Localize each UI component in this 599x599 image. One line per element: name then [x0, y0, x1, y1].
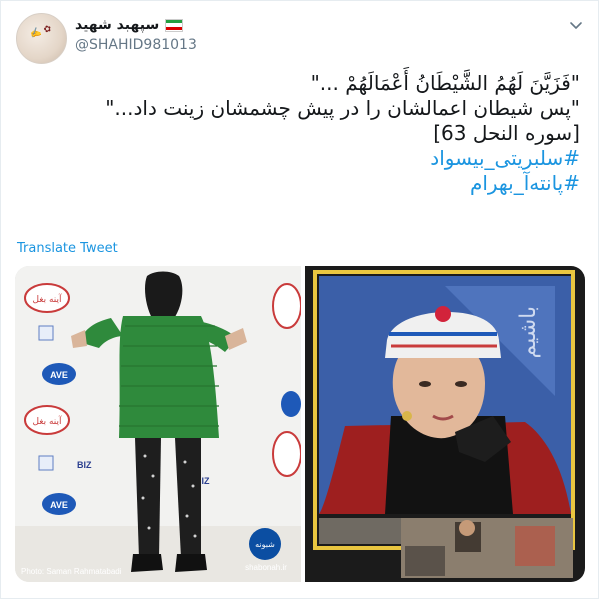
shabonah-watermark: شبونه — [249, 528, 281, 560]
svg-text:شبونه: شبونه — [255, 540, 275, 549]
translate-tweet-link[interactable]: Translate Tweet — [17, 241, 118, 256]
hashtag-link[interactable]: #سلبریتی_بیسواد — [20, 146, 580, 171]
display-name[interactable]: سپهبد شهید — [75, 17, 159, 33]
media-images: آینه بغل آینه بغل AVE AVE BIZ BIZ شبونه … — [15, 266, 585, 582]
tweet-card[interactable]: ✍ ✿ سپهبد شهید @SHAHID981013 "فَزَيَّنَ … — [0, 0, 599, 599]
right-image-side-text: باشیم — [516, 306, 541, 359]
photo-credit: Photo: Saman Rahmatabadi — [21, 567, 122, 576]
hashtag-link[interactable]: #پانته‌آ_بهرام — [20, 171, 580, 196]
author-handle[interactable]: @SHAHID981013 — [75, 37, 197, 53]
brand-text: آینه بغل — [32, 293, 62, 305]
film-still — [401, 518, 573, 578]
brand-text: آینه بغل — [32, 415, 62, 427]
author-row[interactable]: سپهبد شهید — [75, 15, 184, 35]
avatar-scribble: ✍ ✿ — [29, 23, 53, 41]
avatar[interactable]: ✍ ✿ — [16, 13, 67, 64]
watermark-url: shabonah.ir — [245, 563, 287, 572]
tweet-text: "فَزَيَّنَ لَهُمُ الشَّيْطَانُ أَعْمَالَ… — [20, 71, 580, 196]
ave-text: AVE — [50, 370, 68, 380]
tweet-line-translation: "پس شیطان اعمالشان را در پیش چشمشان زینت… — [105, 96, 580, 120]
chevron-down-icon[interactable] — [568, 17, 584, 33]
iran-flag-icon — [165, 18, 184, 32]
biz-text: BIZ — [77, 460, 92, 470]
media-gallery[interactable]: آینه بغل آینه بغل AVE AVE BIZ BIZ شبونه … — [15, 266, 585, 582]
tweet-line-quran: "فَزَيَّنَ لَهُمُ الشَّيْطَانُ أَعْمَالَ… — [310, 71, 580, 95]
tweet-line-reference: [سوره النحل 63] — [433, 121, 580, 145]
ave-text: AVE — [50, 500, 68, 510]
left-image[interactable]: آینه بغل آینه بغل AVE AVE BIZ BIZ شبونه — [15, 266, 302, 582]
right-image[interactable]: باشیم — [305, 266, 585, 582]
